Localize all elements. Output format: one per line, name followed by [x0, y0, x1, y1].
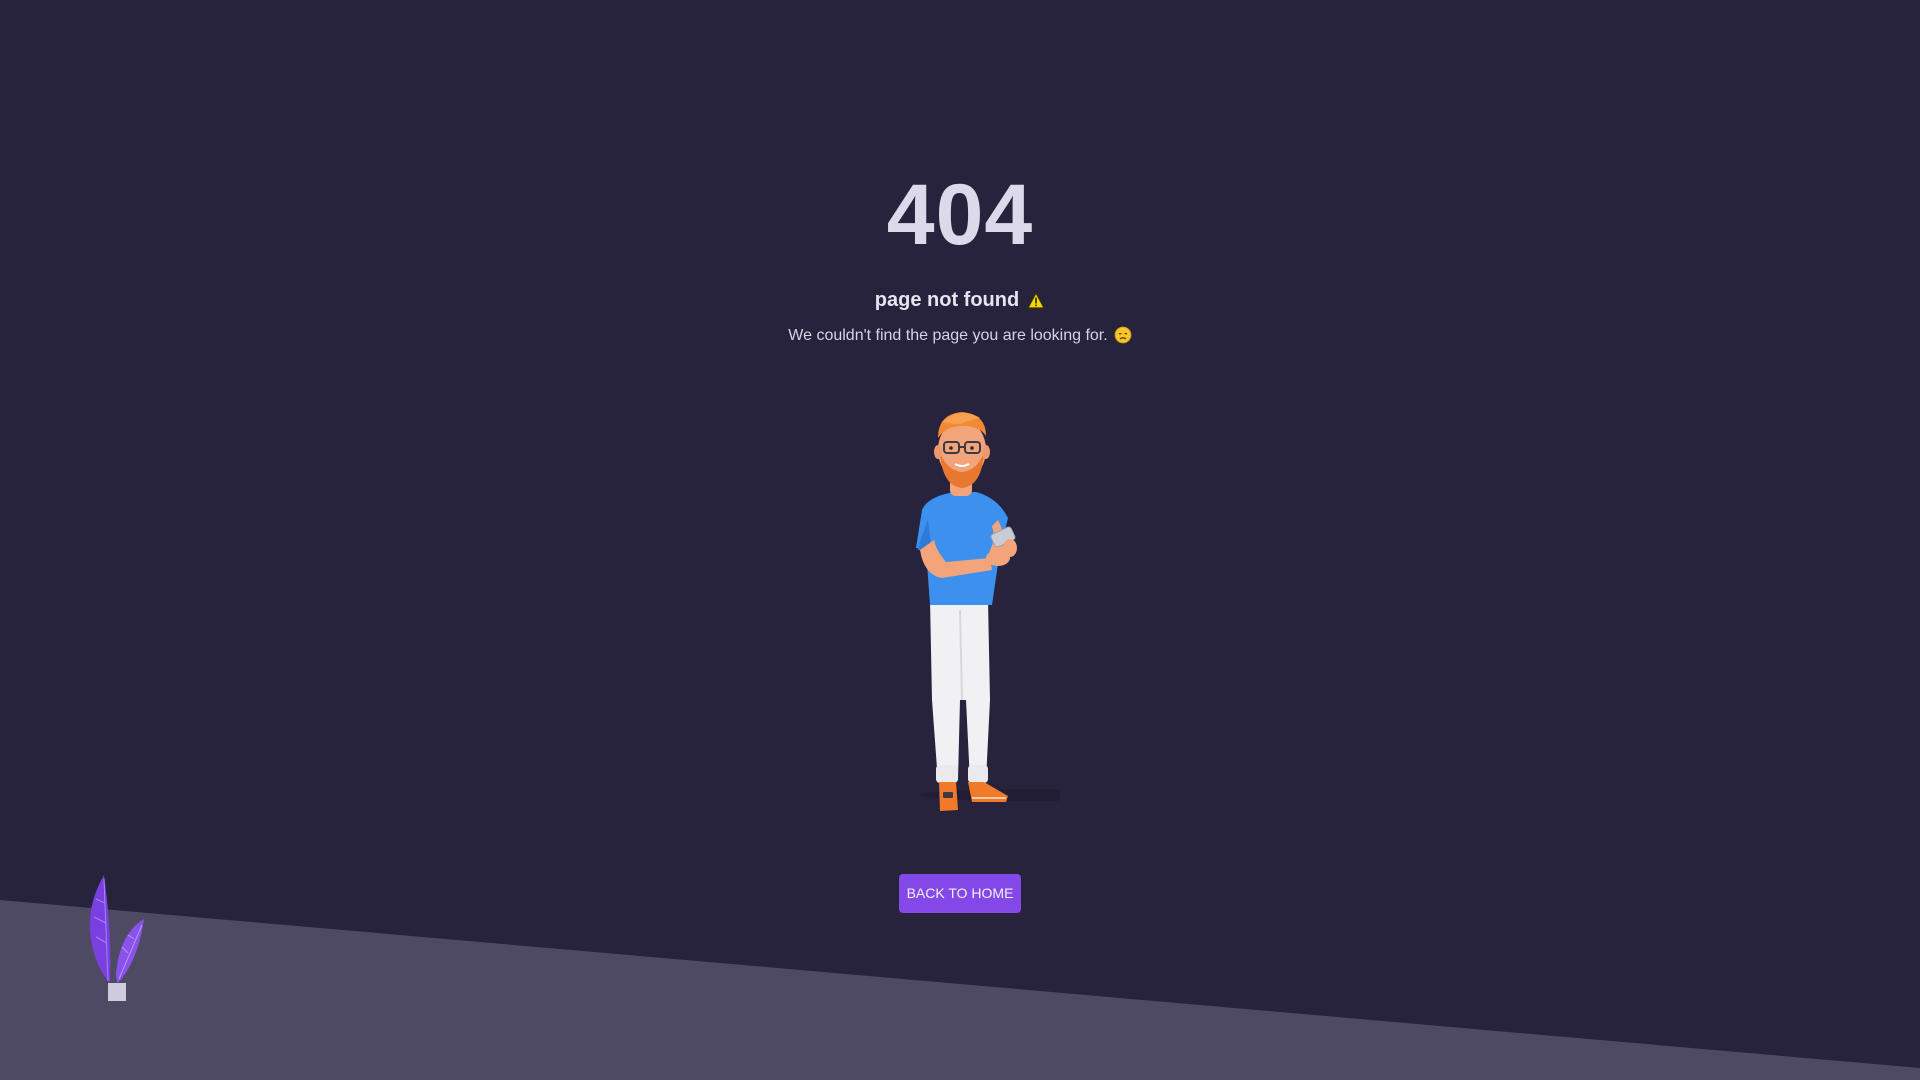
error-page: 404 page not found We couldn't find the …	[0, 0, 1920, 1080]
warning-icon	[1027, 289, 1045, 317]
back-to-home-button[interactable]: BACK TO HOME	[899, 874, 1021, 913]
person-with-phone-illustration	[916, 412, 1060, 811]
sad-face-icon	[1114, 326, 1132, 352]
error-code: 404	[886, 167, 1034, 263]
error-message: We couldn't find the page you are lookin…	[0, 324, 1920, 352]
error-headline: page not found	[0, 286, 1920, 317]
error-message-text: We couldn't find the page you are lookin…	[788, 327, 1108, 344]
error-headline-text: page not found	[874, 289, 1020, 311]
plant-decoration	[89, 875, 144, 1001]
